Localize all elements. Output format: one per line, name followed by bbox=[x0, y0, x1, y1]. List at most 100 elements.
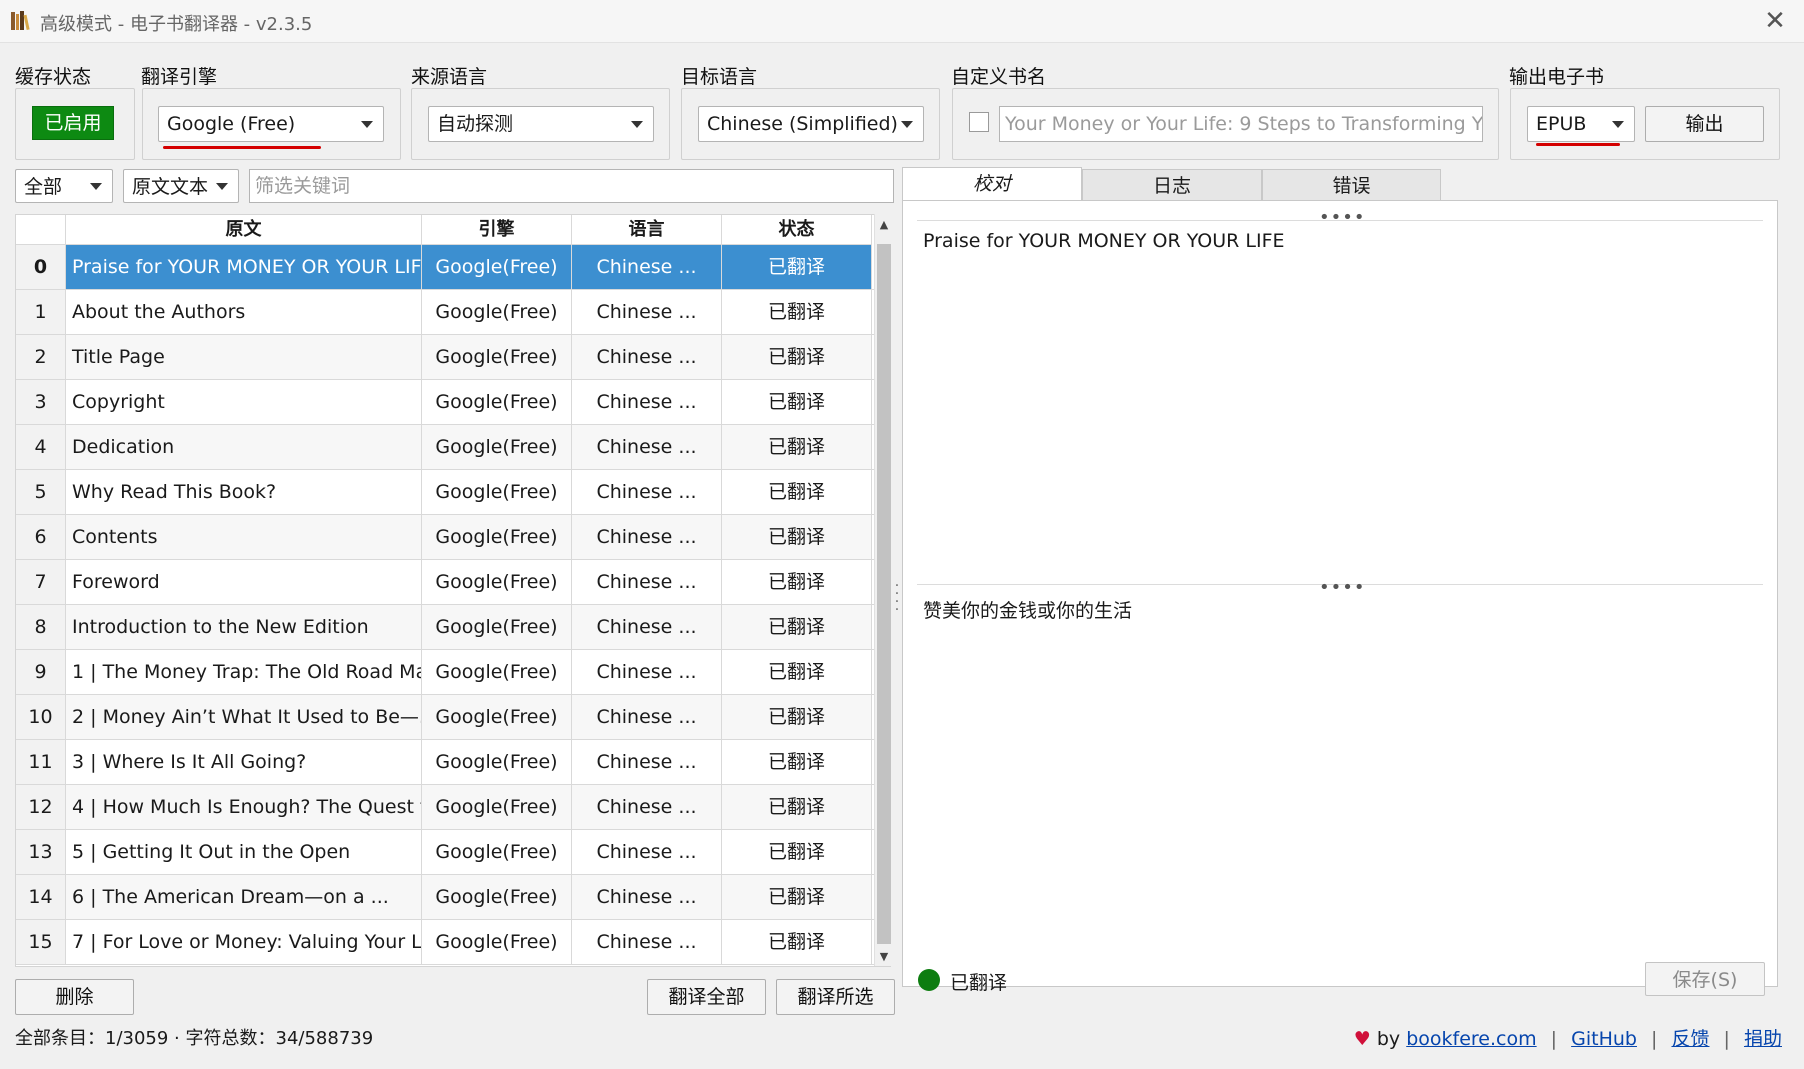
table-row[interactable]: 13 5 | Getting It Out in the Open Google… bbox=[16, 830, 874, 875]
row-index: 5 bbox=[16, 470, 66, 514]
field-filter-select[interactable]: 原文文本 bbox=[123, 169, 239, 203]
save-button[interactable]: 保存(S) bbox=[1645, 962, 1765, 996]
bookfere-link[interactable]: bookfere.com bbox=[1406, 1028, 1536, 1050]
row-source: 5 | Getting It Out in the Open bbox=[66, 830, 422, 874]
delete-button[interactable]: 删除 bbox=[15, 979, 134, 1015]
row-engine: Google(Free) bbox=[422, 785, 572, 829]
scope-filter-select[interactable]: 全部 bbox=[15, 169, 113, 203]
red-underline-annotation bbox=[163, 146, 321, 149]
scrollbar-thumb[interactable] bbox=[877, 244, 891, 944]
row-source: Copyright bbox=[66, 380, 422, 424]
footer-stats: 全部条目：1/3059 · 字符总数：34/588739 bbox=[15, 1028, 374, 1049]
row-language: Chinese ... bbox=[572, 515, 722, 559]
row-source: Title Page bbox=[66, 335, 422, 379]
row-language: Chinese ... bbox=[572, 740, 722, 784]
row-status: 已翻译 bbox=[722, 560, 872, 604]
table-scrollbar[interactable]: ▲ ▼ bbox=[874, 214, 892, 966]
row-index: 13 bbox=[16, 830, 66, 874]
row-status: 已翻译 bbox=[722, 290, 872, 334]
output-button[interactable]: 输出 bbox=[1645, 106, 1764, 142]
row-language: Chinese ... bbox=[572, 830, 722, 874]
row-source: Why Read This Book? bbox=[66, 470, 422, 514]
target-language-label: 目标语言 bbox=[681, 66, 758, 88]
table-row[interactable]: 7 Foreword Google(Free) Chinese ... 已翻译 bbox=[16, 560, 874, 605]
format-select[interactable]: EPUB bbox=[1527, 106, 1635, 142]
table-row[interactable]: 15 7 | For Love or Money: Valuing Your L… bbox=[16, 920, 874, 965]
table-row[interactable]: 2 Title Page Google(Free) Chinese ... 已翻… bbox=[16, 335, 874, 380]
header-language[interactable]: 语言 bbox=[572, 215, 722, 245]
row-index: 4 bbox=[16, 425, 66, 469]
row-index: 1 bbox=[16, 290, 66, 334]
row-language: Chinese ... bbox=[572, 290, 722, 334]
table-row[interactable]: 14 6 | The American Dream—on a ... Googl… bbox=[16, 875, 874, 920]
engine-label: 翻译引擎 bbox=[141, 66, 218, 88]
table-row[interactable]: 5 Why Read This Book? Google(Free) Chine… bbox=[16, 470, 874, 515]
tab-errors[interactable]: 错误 bbox=[1262, 169, 1441, 201]
row-engine: Google(Free) bbox=[422, 650, 572, 694]
github-link[interactable]: GitHub bbox=[1571, 1028, 1637, 1050]
row-index: 11 bbox=[16, 740, 66, 784]
donate-link[interactable]: 捐助 bbox=[1744, 1028, 1782, 1050]
header-index bbox=[16, 215, 66, 245]
translate-selected-button[interactable]: 翻译所选 bbox=[776, 979, 895, 1015]
table-row[interactable]: 10 2 | Money Ain’t What It Used to Be—..… bbox=[16, 695, 874, 740]
scroll-down-arrow-icon[interactable]: ▼ bbox=[875, 950, 893, 964]
review-panel: •••• Praise for YOUR MONEY OR YOUR LIFE … bbox=[902, 200, 1778, 987]
row-status: 已翻译 bbox=[722, 875, 872, 919]
translation-text-area[interactable]: 赞美你的金钱或你的生活 bbox=[917, 591, 1763, 953]
field-filter-value: 原文文本 bbox=[132, 176, 209, 198]
row-status: 已翻译 bbox=[722, 245, 872, 289]
header-engine[interactable]: 引擎 bbox=[422, 215, 572, 245]
custom-title-input[interactable] bbox=[999, 106, 1483, 142]
target-language-select[interactable]: Chinese (Simplified) bbox=[698, 106, 924, 142]
table-row[interactable]: 12 4 | How Much Is Enough? The Quest f..… bbox=[16, 785, 874, 830]
cache-enabled-button[interactable]: 已启用 bbox=[32, 106, 114, 140]
table-row[interactable]: 4 Dedication Google(Free) Chinese ... 已翻… bbox=[16, 425, 874, 470]
table-row[interactable]: 0 Praise for YOUR MONEY OR YOUR LIFE Goo… bbox=[16, 245, 874, 290]
row-engine: Google(Free) bbox=[422, 875, 572, 919]
cache-status-label: 缓存状态 bbox=[15, 66, 92, 88]
table-row[interactable]: 6 Contents Google(Free) Chinese ... 已翻译 bbox=[16, 515, 874, 560]
table-row[interactable]: 1 About the Authors Google(Free) Chinese… bbox=[16, 290, 874, 335]
row-language: Chinese ... bbox=[572, 650, 722, 694]
tab-log[interactable]: 日志 bbox=[1082, 169, 1262, 201]
row-status: 已翻译 bbox=[722, 650, 872, 694]
row-index: 12 bbox=[16, 785, 66, 829]
row-engine: Google(Free) bbox=[422, 470, 572, 514]
source-text-area[interactable]: Praise for YOUR MONEY OR YOUR LIFE bbox=[917, 221, 1763, 583]
row-source: 1 | The Money Trap: The Old Road Ma... bbox=[66, 650, 422, 694]
row-index: 10 bbox=[16, 695, 66, 739]
table-row[interactable]: 3 Copyright Google(Free) Chinese ... 已翻译 bbox=[16, 380, 874, 425]
feedback-link[interactable]: 反馈 bbox=[1671, 1028, 1709, 1050]
row-status: 已翻译 bbox=[722, 470, 872, 514]
source-language-select[interactable]: 自动探测 bbox=[428, 106, 654, 142]
row-source: Praise for YOUR MONEY OR YOUR LIFE bbox=[66, 245, 422, 289]
keyword-filter-input[interactable] bbox=[249, 169, 894, 203]
row-status: 已翻译 bbox=[722, 740, 872, 784]
table-row[interactable]: 9 1 | The Money Trap: The Old Road Ma...… bbox=[16, 650, 874, 695]
custom-title-checkbox[interactable] bbox=[969, 112, 989, 132]
scroll-up-arrow-icon[interactable]: ▲ bbox=[875, 218, 893, 232]
by-text: by bbox=[1376, 1028, 1401, 1050]
row-status: 已翻译 bbox=[722, 605, 872, 649]
row-source: 4 | How Much Is Enough? The Quest f... bbox=[66, 785, 422, 829]
row-engine: Google(Free) bbox=[422, 245, 572, 289]
header-source[interactable]: 原文 bbox=[66, 215, 422, 245]
close-icon[interactable]: ✕ bbox=[1755, 4, 1795, 40]
table-row[interactable]: 11 3 | Where Is It All Going? Google(Fre… bbox=[16, 740, 874, 785]
engine-select[interactable]: Google (Free) bbox=[158, 106, 384, 142]
translate-all-button[interactable]: 翻译全部 bbox=[647, 979, 766, 1015]
header-status[interactable]: 状态 bbox=[722, 215, 872, 245]
panel-splitter-grip-icon[interactable]: · · · · bbox=[893, 579, 901, 617]
row-engine: Google(Free) bbox=[422, 920, 572, 964]
row-index: 15 bbox=[16, 920, 66, 964]
tab-review[interactable]: 校对 bbox=[902, 167, 1082, 202]
status-indicator-icon bbox=[918, 969, 940, 991]
table-row[interactable]: 8 Introduction to the New Edition Google… bbox=[16, 605, 874, 650]
row-engine: Google(Free) bbox=[422, 560, 572, 604]
row-source: Contents bbox=[66, 515, 422, 559]
row-index: 3 bbox=[16, 380, 66, 424]
translation-text: 赞美你的金钱或你的生活 bbox=[923, 600, 1133, 622]
row-language: Chinese ... bbox=[572, 470, 722, 514]
custom-title-label: 自定义书名 bbox=[951, 66, 1047, 88]
